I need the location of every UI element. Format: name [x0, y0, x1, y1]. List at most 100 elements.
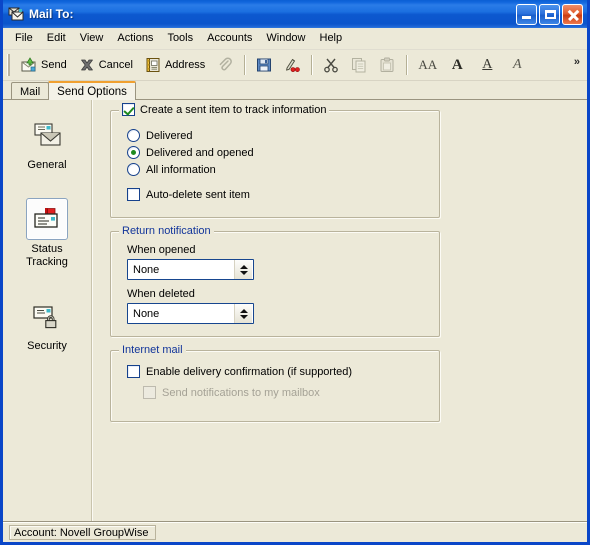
when-opened-value: None [133, 263, 160, 276]
send-notifications-checkbox [143, 386, 156, 399]
radio-row-all-information[interactable]: All information [127, 163, 429, 176]
minimize-button[interactable] [516, 3, 537, 25]
radio-row-delivered[interactable]: Delivered [127, 129, 429, 142]
return-notification-group: Return notification When opened None Whe… [110, 225, 440, 337]
cancel-button-label: Cancel [98, 59, 133, 71]
toolbar-grip[interactable] [7, 54, 11, 76]
tab-send-options[interactable]: Send Options [48, 81, 136, 100]
when-opened-select[interactable]: None [127, 259, 254, 280]
paperclip-icon [217, 57, 233, 73]
send-notifications-label: Send notifications to my mailbox [162, 386, 320, 399]
paste-button[interactable] [373, 53, 401, 77]
when-opened-label: When opened [127, 244, 196, 256]
send-notifications-row: Send notifications to my mailbox [143, 386, 429, 399]
sidebar-item-general[interactable]: General [7, 114, 87, 172]
toolbar-separator-3 [406, 55, 408, 75]
tab-strip: Mail Send Options [3, 81, 587, 100]
menu-tools[interactable]: Tools [160, 30, 200, 47]
menu-edit[interactable]: Edit [40, 30, 73, 47]
enable-delivery-confirmation-label: Enable delivery confirmation (if support… [146, 365, 353, 378]
enable-delivery-confirmation-checkbox[interactable] [127, 365, 140, 378]
when-deleted-spinner[interactable] [234, 304, 252, 323]
enable-delivery-confirmation-row[interactable]: Enable delivery confirmation (if support… [127, 365, 429, 378]
create-sent-item-checkbox[interactable] [122, 103, 135, 116]
auto-delete-label: Auto-delete sent item [146, 188, 250, 201]
sidebar-item-status-tracking[interactable]: Status Tracking [7, 198, 87, 269]
address-button-label: Address [164, 59, 206, 71]
when-deleted-value: None [133, 307, 160, 320]
send-button-label: Send [41, 59, 67, 71]
mail-compose-window: Mail To: File Edit View Actions Tools Ac… [0, 0, 590, 545]
save-button[interactable] [250, 53, 278, 77]
when-deleted-label: When deleted [127, 288, 195, 300]
when-deleted-select[interactable]: None [127, 303, 254, 324]
cut-button[interactable] [317, 53, 345, 77]
menu-file[interactable]: File [8, 30, 40, 47]
all-information-radio-label: All information [146, 163, 216, 176]
create-sent-item-checkbox-wrap[interactable]: Create a sent item to track information [119, 103, 330, 116]
all-information-radio[interactable] [127, 163, 140, 176]
delivered-radio[interactable] [127, 129, 140, 142]
address-book-icon [145, 57, 161, 73]
chevron-up-icon [239, 308, 248, 313]
copy-button[interactable] [345, 53, 373, 77]
sidebar-item-general-label: General [27, 159, 67, 171]
delivered-and-opened-radio-label: Delivered and opened [146, 146, 254, 159]
toolbar-overflow-button[interactable]: » [571, 54, 583, 70]
mail-compose-icon [8, 6, 24, 22]
chevron-down-icon [239, 314, 248, 319]
menu-bar: File Edit View Actions Tools Accounts Wi… [3, 28, 587, 50]
copy-icon [351, 57, 367, 73]
create-sent-item-label: Create a sent item to track information [140, 103, 327, 116]
status-account-text: Account: Novell GroupWise [9, 524, 156, 540]
scissors-icon [323, 57, 339, 73]
envelope-icon [26, 114, 68, 156]
delivered-radio-label: Delivered [146, 129, 193, 142]
address-button[interactable]: Address [139, 53, 211, 77]
menu-accounts[interactable]: Accounts [200, 30, 259, 47]
bold-icon: A [451, 57, 463, 73]
sidebar-item-security-label: Security [27, 340, 67, 352]
spellcheck-button[interactable] [278, 53, 306, 77]
track-information-group: Create a sent item to track information … [110, 103, 440, 218]
options-sidebar: General Status Tracking Security [3, 100, 92, 521]
envelope-flag-icon [26, 198, 68, 240]
italic-button[interactable]: A [502, 53, 532, 77]
return-notification-legend: Return notification [119, 225, 214, 237]
menu-window[interactable]: Window [259, 30, 312, 47]
title-bar[interactable]: Mail To: [3, 0, 587, 28]
italic-icon: A [513, 57, 522, 72]
auto-delete-checkbox[interactable] [127, 188, 140, 201]
menu-actions[interactable]: Actions [110, 30, 160, 47]
font-button[interactable]: AA [412, 53, 442, 77]
cancel-button[interactable]: Cancel [73, 53, 139, 77]
send-envelope-icon [21, 57, 37, 73]
status-bar: Account: Novell GroupWise [3, 521, 587, 542]
save-floppy-icon [256, 57, 272, 73]
underline-button[interactable]: A [472, 53, 502, 77]
toolbar: Send Cancel Address AA A A A » [3, 50, 587, 81]
tab-mail[interactable]: Mail [11, 82, 50, 99]
paste-icon [379, 57, 395, 73]
close-button[interactable] [562, 3, 583, 25]
send-button[interactable]: Send [15, 53, 73, 77]
chevron-up-icon [239, 264, 248, 269]
font-icon: AA [418, 57, 438, 72]
auto-delete-row[interactable]: Auto-delete sent item [127, 188, 429, 201]
toolbar-separator-1 [244, 55, 246, 75]
sidebar-item-status-tracking-label: Status Tracking [26, 243, 68, 268]
menu-help[interactable]: Help [313, 30, 350, 47]
delivered-and-opened-radio[interactable] [127, 146, 140, 159]
window-title: Mail To: [29, 7, 74, 21]
sidebar-item-security[interactable]: Security [7, 295, 87, 353]
attach-button[interactable] [211, 53, 239, 77]
when-opened-spinner[interactable] [234, 260, 252, 279]
internet-mail-group: Internet mail Enable delivery confirmati… [110, 344, 440, 422]
bold-button[interactable]: A [442, 53, 472, 77]
menu-view[interactable]: View [73, 30, 111, 47]
toolbar-separator-2 [311, 55, 313, 75]
radio-row-delivered-and-opened[interactable]: Delivered and opened [127, 146, 429, 159]
maximize-button[interactable] [539, 3, 560, 25]
window-controls [516, 3, 583, 25]
envelope-lock-icon [26, 295, 68, 337]
